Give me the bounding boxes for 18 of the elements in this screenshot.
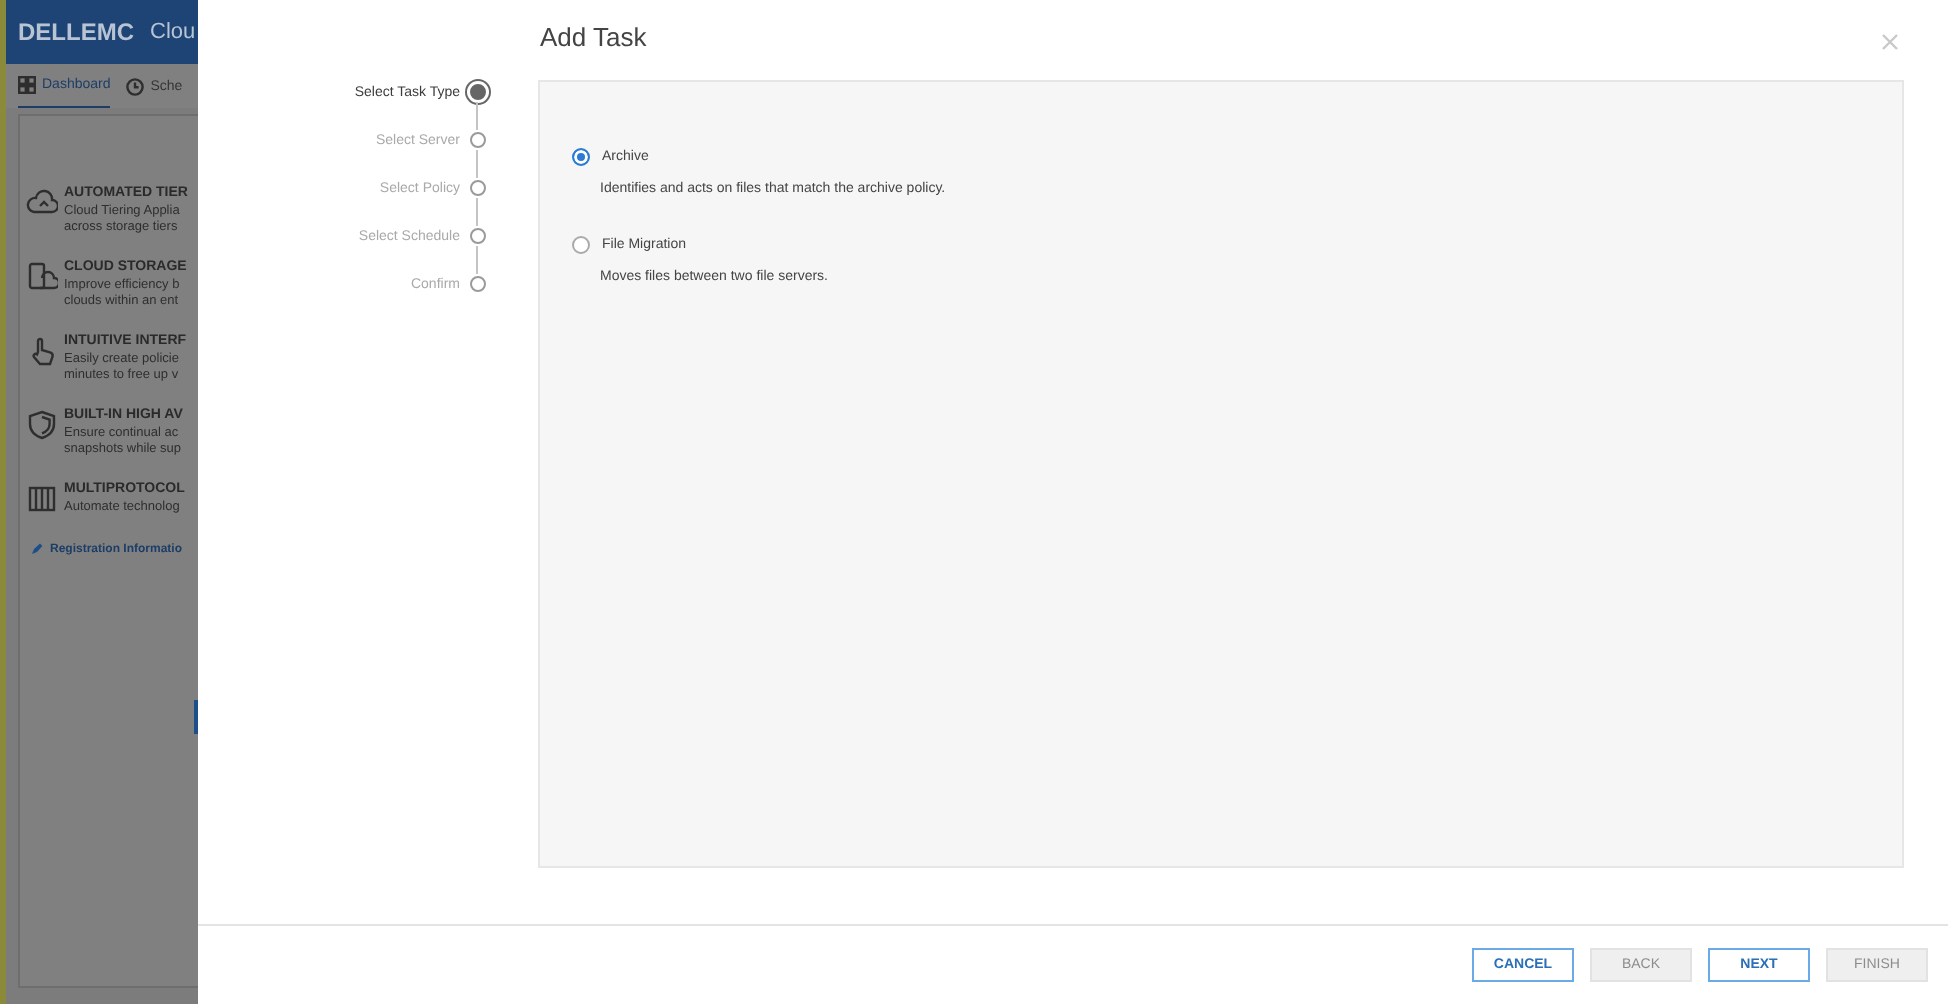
shield-icon xyxy=(26,410,58,440)
logo: DELLEMC xyxy=(18,18,134,46)
radio-button[interactable] xyxy=(572,236,590,254)
connector-line xyxy=(475,198,477,226)
connector-line xyxy=(475,102,477,130)
pencil-icon xyxy=(30,542,44,556)
phone-cloud-icon xyxy=(26,262,58,292)
close-icon xyxy=(1882,34,1898,50)
dialog-title: Add Task xyxy=(540,22,647,52)
grid-icon xyxy=(18,76,36,94)
connector-line xyxy=(475,246,477,274)
connector-line xyxy=(475,150,477,178)
cloud-icon xyxy=(26,188,58,218)
clock-icon xyxy=(126,77,145,95)
radio-button[interactable] xyxy=(572,148,590,166)
app-title: Clou xyxy=(150,20,196,44)
hand-icon xyxy=(26,336,58,366)
server-icon xyxy=(26,484,58,514)
